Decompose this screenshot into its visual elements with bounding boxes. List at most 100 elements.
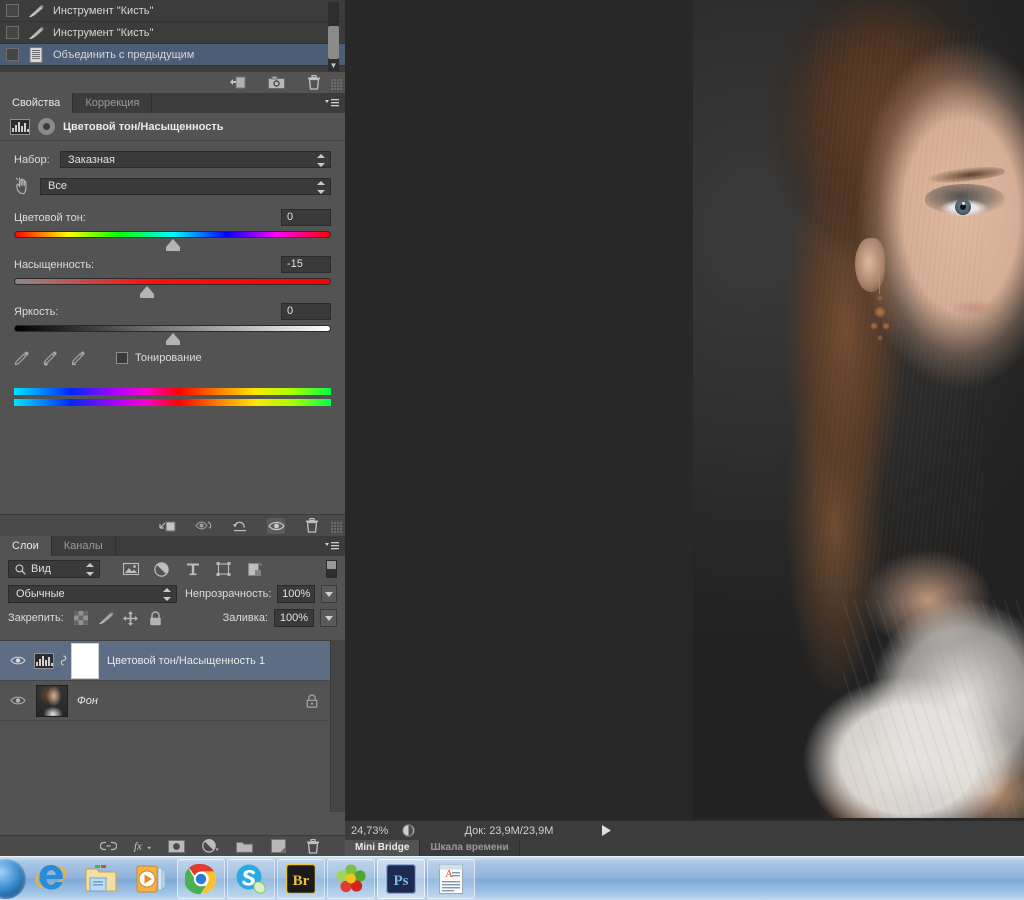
- layer-visibility-toggle[interactable]: [4, 695, 32, 706]
- lightness-slider-track[interactable]: [14, 325, 331, 345]
- stepper-icon[interactable]: [317, 154, 326, 167]
- color-range-gradients: [14, 388, 331, 406]
- blend-mode-select[interactable]: Обычные: [8, 585, 177, 603]
- image-icon[interactable]: [122, 561, 139, 577]
- layer-thumbnail[interactable]: [36, 684, 68, 717]
- eyedropper-plus-icon[interactable]: [42, 350, 58, 366]
- colorize-checkbox[interactable]: [116, 352, 128, 364]
- taskbar-skype[interactable]: [227, 858, 275, 899]
- trash-icon[interactable]: [303, 518, 321, 534]
- layer-adjustment-thumbnail[interactable]: [34, 652, 54, 669]
- preset-select[interactable]: Заказная: [60, 151, 331, 168]
- start-orb[interactable]: [0, 858, 26, 899]
- fill-input[interactable]: 100%: [274, 609, 314, 627]
- taskbar-document[interactable]: A: [427, 858, 475, 899]
- taskbar-photoshop[interactable]: Ps: [377, 858, 425, 899]
- half-circle-icon[interactable]: [202, 838, 219, 854]
- trash-icon[interactable]: [305, 75, 323, 91]
- layer-mask-thumbnail[interactable]: [71, 642, 99, 679]
- history-row-selected[interactable]: Объединить с предыдущим: [0, 44, 345, 66]
- eye-previous-icon[interactable]: [195, 518, 213, 534]
- tab-timeline[interactable]: Шкала времени: [420, 840, 520, 856]
- hue-value-input[interactable]: 0: [281, 209, 331, 226]
- tab-channels[interactable]: Каналы: [51, 536, 116, 556]
- layers-scrollbar[interactable]: [330, 640, 345, 812]
- hue-slider-knob[interactable]: [165, 239, 180, 251]
- checker-icon[interactable]: [73, 610, 89, 626]
- layer-filter-select[interactable]: Вид: [8, 560, 100, 578]
- tab-layers[interactable]: Слои: [0, 536, 52, 556]
- brush-icon[interactable]: [98, 610, 114, 626]
- saturation-slider-track[interactable]: [14, 278, 331, 298]
- bottom-tab-bar: Mini Bridge Шкала времени: [345, 840, 1024, 856]
- taskbar-internet-explorer[interactable]: [27, 859, 75, 899]
- lightness-slider-knob[interactable]: [165, 333, 180, 345]
- gradient-bar-bottom[interactable]: [14, 399, 331, 406]
- fill-dropdown-icon[interactable]: [320, 609, 337, 627]
- tab-adjustments[interactable]: Коррекция: [73, 93, 153, 113]
- new-doc-icon[interactable]: [229, 75, 247, 91]
- taskbar-explorer[interactable]: [77, 859, 125, 899]
- panel-resize-grip[interactable]: [331, 522, 342, 533]
- layer-name[interactable]: Фон: [77, 695, 98, 707]
- zoom-level-input[interactable]: 24,73%: [345, 825, 397, 837]
- filter-enable-toggle[interactable]: [326, 560, 337, 578]
- lock-icon[interactable]: [148, 610, 164, 626]
- internet-explorer-icon: [35, 864, 67, 889]
- panel-menu-icon[interactable]: [325, 540, 339, 552]
- camera-icon[interactable]: [267, 75, 285, 91]
- layer-mask-link-icon[interactable]: [57, 654, 69, 668]
- targeted-adjustment-icon[interactable]: [14, 177, 34, 195]
- eyedropper-icon[interactable]: [14, 350, 30, 366]
- clip-to-layer-icon[interactable]: [38, 118, 55, 135]
- history-source-checkbox[interactable]: [6, 4, 19, 17]
- new-layer-icon[interactable]: [270, 838, 287, 854]
- fx-icon[interactable]: fx: [134, 838, 151, 854]
- history-row[interactable]: Инструмент "Кисть": [0, 22, 345, 44]
- hue-slider-track[interactable]: [14, 231, 331, 251]
- taskbar-media-player[interactable]: [127, 859, 175, 899]
- opacity-dropdown-icon[interactable]: [320, 585, 337, 603]
- channel-select[interactable]: Все: [40, 177, 331, 195]
- eyedropper-minus-icon[interactable]: [70, 350, 86, 366]
- stepper-icon[interactable]: [317, 180, 326, 194]
- smart-object-icon[interactable]: [246, 561, 263, 577]
- reset-icon[interactable]: [231, 518, 249, 534]
- history-scrollbar-thumb[interactable]: [328, 26, 339, 59]
- move-icon[interactable]: [123, 610, 139, 626]
- taskbar-bridge[interactable]: Br: [277, 858, 325, 899]
- half-circle-icon[interactable]: [153, 561, 170, 577]
- taskbar-chrome[interactable]: [177, 858, 225, 899]
- document-profile-icon[interactable]: [397, 824, 419, 837]
- scroll-down-icon[interactable]: ▼: [328, 60, 339, 71]
- tab-mini-bridge[interactable]: Mini Bridge: [345, 840, 421, 856]
- canvas-area[interactable]: [345, 0, 1024, 820]
- saturation-slider-knob[interactable]: [140, 286, 155, 298]
- opacity-input[interactable]: 100%: [277, 585, 315, 603]
- layer-name[interactable]: Цветовой тон/Насыщенность 1: [107, 655, 265, 667]
- link-icon[interactable]: [100, 838, 117, 854]
- layer-row[interactable]: Цветовой тон/Насыщенность 1: [0, 641, 330, 681]
- text-T-icon[interactable]: [184, 561, 201, 577]
- layer-visibility-toggle[interactable]: [4, 655, 32, 666]
- tab-properties[interactable]: Свойства: [0, 93, 74, 113]
- lightness-value-input[interactable]: 0: [281, 303, 331, 320]
- saturation-value-input[interactable]: -15: [281, 256, 331, 273]
- eye-icon[interactable]: [267, 517, 285, 534]
- mask-icon[interactable]: [168, 838, 185, 854]
- clip-layer-icon[interactable]: [159, 518, 177, 534]
- play-arrow-icon[interactable]: [599, 825, 613, 836]
- stepper-icon[interactable]: [162, 588, 172, 601]
- history-source-checkbox[interactable]: [6, 48, 19, 61]
- history-source-checkbox[interactable]: [6, 26, 19, 39]
- trash-icon[interactable]: [304, 838, 321, 854]
- stepper-icon[interactable]: [86, 563, 95, 576]
- taskbar-icq[interactable]: [327, 858, 375, 899]
- shape-icon[interactable]: [215, 561, 232, 577]
- document-image[interactable]: [693, 0, 1024, 818]
- history-row[interactable]: Инструмент "Кисть": [0, 0, 345, 22]
- folder-icon[interactable]: [236, 838, 253, 854]
- panel-resize-grip[interactable]: [331, 79, 342, 90]
- panel-menu-icon[interactable]: [325, 97, 339, 109]
- layer-row[interactable]: Фон: [0, 681, 330, 721]
